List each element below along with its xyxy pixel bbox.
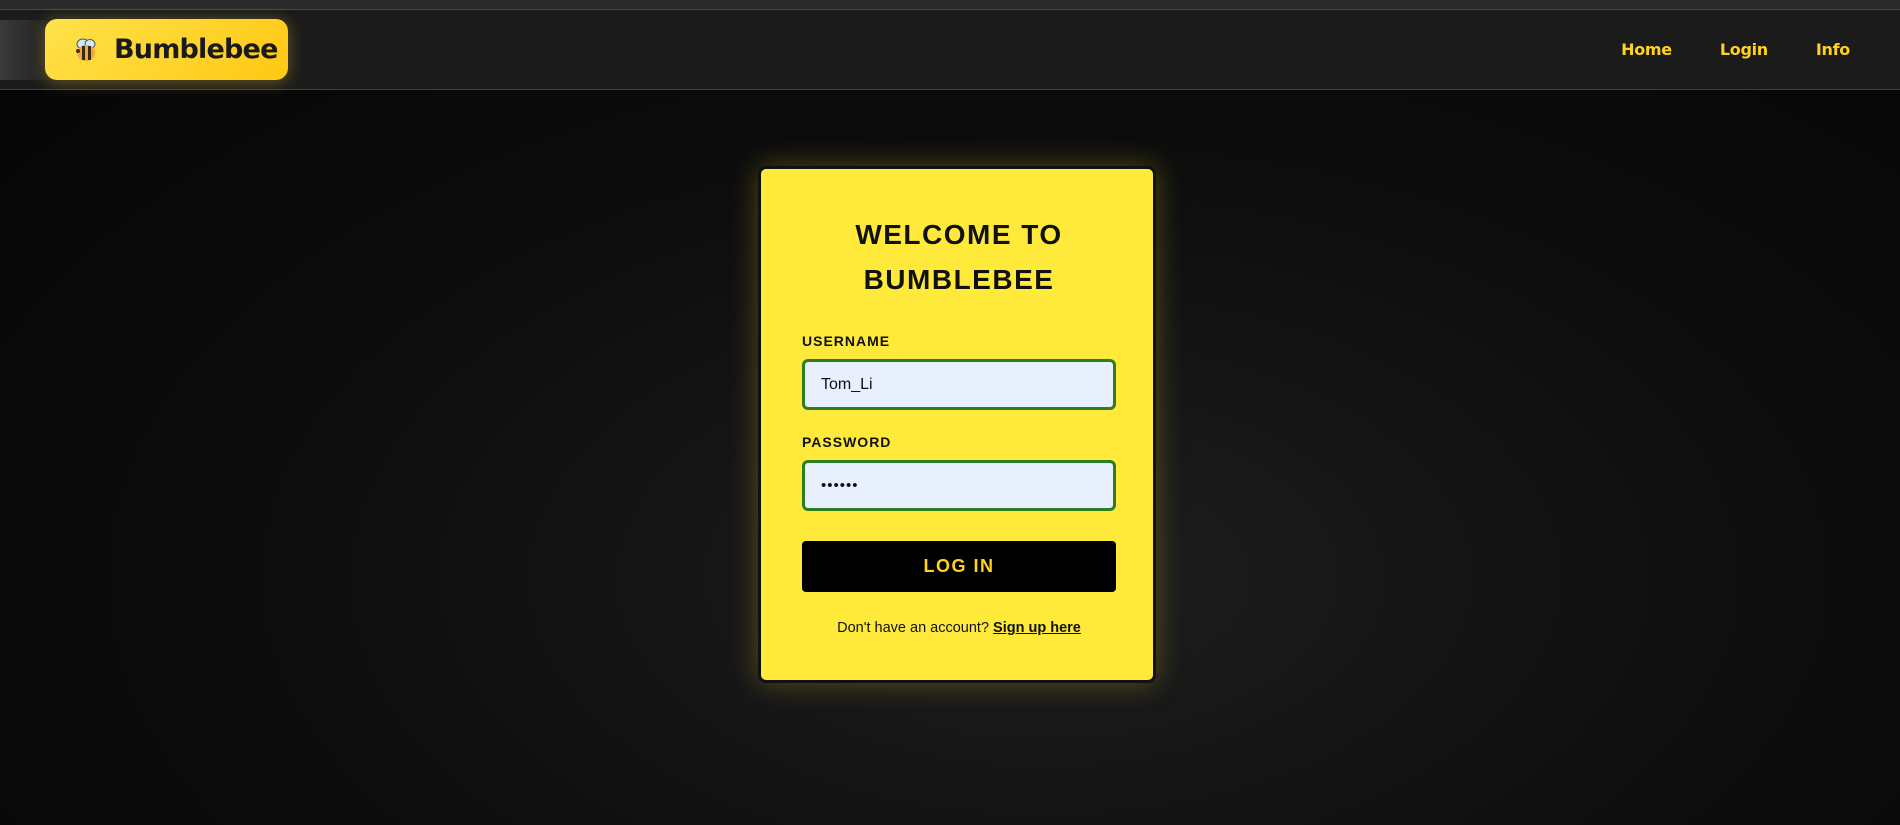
login-card: WELCOME TO BUMBLEBEE USERNAME PASSWORD L… [758,166,1156,683]
brand-logo[interactable]: Bumblebee [45,19,288,80]
username-label: USERNAME [802,333,891,349]
nav-link-home[interactable]: Home [1621,40,1672,59]
password-input[interactable] [802,460,1116,511]
password-label: PASSWORD [802,434,892,450]
signup-link[interactable]: Sign up here [993,620,1081,636]
nav-link-info[interactable]: Info [1816,40,1850,59]
login-title: WELCOME TO BUMBLEBEE [855,219,1063,295]
nav-link-login[interactable]: Login [1720,40,1768,59]
bee-icon [71,35,101,65]
signup-prompt-text: Don't have an account? [837,620,990,636]
username-input[interactable] [802,359,1116,410]
signup-prompt: Don't have an account? Sign up here [802,620,1116,636]
navbar: Bumblebee Home Login Info [0,10,1900,90]
login-button[interactable]: LOG IN [802,541,1116,592]
brand-name: Bumblebee [114,34,278,65]
nav-links: Home Login Info [1621,40,1850,59]
browser-top-strip [0,0,1900,10]
